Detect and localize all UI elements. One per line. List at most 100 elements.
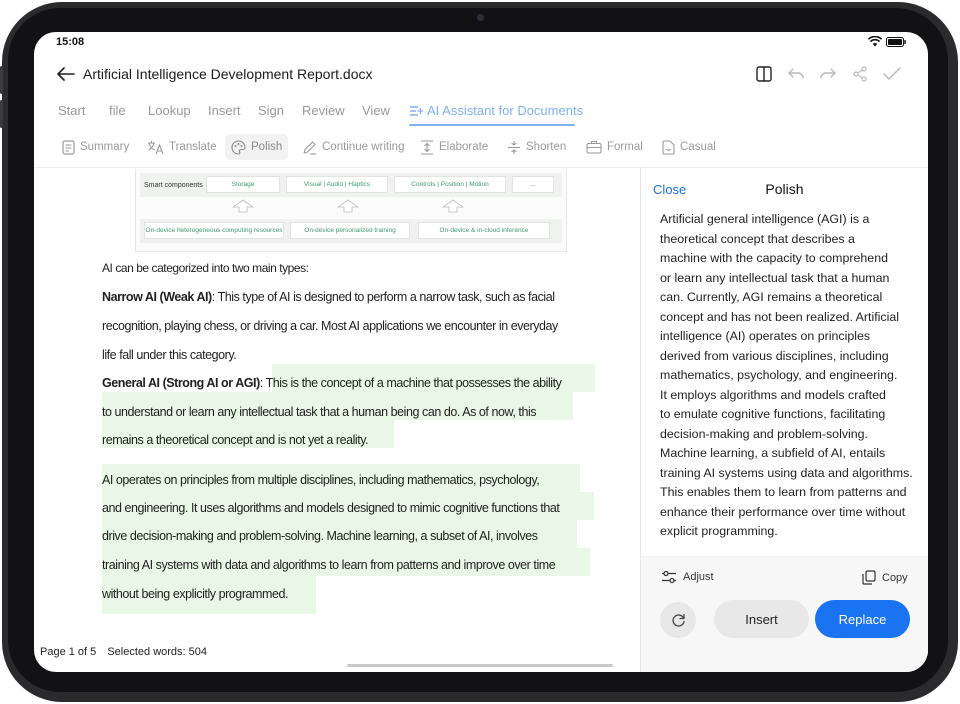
polished-line: Machine learning, a subfield of AI, enta… xyxy=(660,446,886,460)
regenerate-button[interactable] xyxy=(660,602,696,638)
status-time: 15:08 xyxy=(56,36,85,48)
doc-line-text: : This type of AI is designed to perform… xyxy=(211,290,555,304)
redo-button[interactable] xyxy=(818,64,838,84)
tab-file[interactable]: file xyxy=(109,103,126,118)
formal-button[interactable]: Formal xyxy=(580,134,649,160)
elaborate-button[interactable]: Elaborate xyxy=(414,134,494,160)
polished-line: mathematics, psychology, and engineering… xyxy=(660,368,898,382)
undo-icon xyxy=(788,68,804,79)
polished-line: machine with the capacity to comprehend xyxy=(660,251,888,265)
diagram-box: ... xyxy=(512,176,554,193)
continue-writing-button[interactable]: Continue writing xyxy=(296,134,410,160)
tab-sign[interactable]: Sign xyxy=(258,103,284,118)
undo-button[interactable] xyxy=(786,64,806,84)
up-arrow-icon xyxy=(232,199,254,213)
polished-text: Artificial general intelligence (AGI) is… xyxy=(660,210,920,542)
volume-button xyxy=(0,66,3,94)
shorten-icon xyxy=(508,140,520,154)
refresh-icon xyxy=(671,613,685,627)
adjust-button[interactable]: Adjust xyxy=(661,570,714,584)
elaborate-icon xyxy=(421,139,433,155)
tab-view[interactable]: View xyxy=(362,103,390,118)
polish-button[interactable]: Polish xyxy=(225,134,289,160)
polished-line: intelligence (AI) operates on principles xyxy=(660,329,871,343)
polished-line: can. Currently, AGI remains a theoretica… xyxy=(660,290,883,304)
shorten-button[interactable]: Shorten xyxy=(501,134,572,160)
replace-button[interactable]: Replace xyxy=(815,600,910,638)
diagram-box: Storage xyxy=(206,176,280,193)
redo-icon xyxy=(820,68,836,79)
translate-icon xyxy=(148,140,164,154)
doc-line: Narrow AI (Weak AI): This type of AI is … xyxy=(102,290,555,304)
ai-document-icon xyxy=(410,105,423,116)
share-button[interactable] xyxy=(850,64,870,84)
doc-line: recognition, playing chess, or driving a… xyxy=(102,319,558,333)
back-button[interactable] xyxy=(56,64,76,84)
active-tab-indicator xyxy=(409,124,575,126)
doc-line: training AI systems with data and algori… xyxy=(102,558,556,572)
diagram-box: On-device & in-cloud inference xyxy=(418,222,550,239)
tab-start[interactable]: Start xyxy=(58,103,85,118)
polished-line: concept and has not been realized. Artif… xyxy=(660,309,900,324)
continue-writing-label: Continue writing xyxy=(322,141,405,153)
polished-line: derived from various disciplines, includ… xyxy=(660,348,889,363)
narrow-ai-heading: Narrow AI (Weak AI) xyxy=(102,290,212,304)
polished-line: theoretical concept that describes a xyxy=(660,231,855,246)
tab-insert[interactable]: Insert xyxy=(208,103,241,118)
copy-label: Copy xyxy=(882,571,908,584)
ai-toolbar: Summary Translate Polish Continue writin… xyxy=(34,134,928,162)
page-indicator: Page 1 of 5 xyxy=(40,646,97,658)
insert-button[interactable]: Insert xyxy=(714,600,809,638)
tab-ai-assistant[interactable]: AI Assistant for Documents xyxy=(409,103,583,118)
battery-icon xyxy=(886,36,906,47)
translate-label: Translate xyxy=(169,141,217,153)
elaborate-label: Elaborate xyxy=(439,141,489,153)
diagram-box: Controls | Position | Motion xyxy=(394,176,506,193)
polished-line: Artificial general intelligence (AGI) is… xyxy=(660,212,870,226)
home-indicator[interactable] xyxy=(347,664,613,667)
summary-button[interactable]: Summary xyxy=(56,134,135,160)
polished-line: decision-making and problem-solving. xyxy=(660,426,868,441)
polish-label: Polish xyxy=(251,141,283,153)
volume-button xyxy=(0,100,3,128)
copy-icon xyxy=(862,570,876,585)
tab-lookup[interactable]: Lookup xyxy=(148,103,191,118)
doc-line: without being explicitly programmed. xyxy=(102,587,288,601)
share-icon xyxy=(853,66,867,82)
document-title: Artificial Intelligence Development Repo… xyxy=(83,66,373,82)
copy-button[interactable]: Copy xyxy=(862,570,908,585)
summary-label: Summary xyxy=(80,141,130,153)
polished-line: training AI systems using data and algor… xyxy=(660,465,913,480)
sliders-icon xyxy=(662,570,676,584)
doc-line: to understand or learn any intellectual … xyxy=(102,405,537,419)
casual-button[interactable]: Casual xyxy=(656,134,722,160)
status-icons xyxy=(868,36,906,47)
casual-icon xyxy=(662,139,675,155)
back-arrow-icon xyxy=(57,67,75,81)
diagram-box: On-device personalized training xyxy=(290,222,410,239)
diagram-box: Visual | Audio | Haptics xyxy=(286,176,388,193)
screen: 15:08 Artificial Intelligence Developmen… xyxy=(34,32,928,672)
selected-words: Selected words: 504 xyxy=(107,646,208,658)
wifi-icon xyxy=(868,36,882,47)
adjust-label: Adjust xyxy=(683,571,714,583)
formal-label: Formal xyxy=(607,141,643,153)
diagram-box: On-device heterogeneous computing resour… xyxy=(144,222,284,239)
up-arrow-icon xyxy=(337,199,359,213)
translate-button[interactable]: Translate xyxy=(141,134,223,160)
casual-label: Casual xyxy=(680,141,716,153)
status-footer: Page 1 of 5 Selected words: 504 xyxy=(40,646,207,658)
doc-line: AI operates on principles from multiple … xyxy=(102,473,540,487)
shorten-label: Shorten xyxy=(526,141,567,153)
doc-line: and engineering. It uses algorithms and … xyxy=(102,501,560,515)
close-button[interactable]: Close xyxy=(653,182,686,197)
doc-intro: AI can be categorized into two main type… xyxy=(102,261,309,275)
confirm-button[interactable] xyxy=(882,64,902,84)
split-view-button[interactable] xyxy=(754,64,774,84)
doc-line: General AI (Strong AI or AGI): This is t… xyxy=(102,376,562,390)
tab-review[interactable]: Review xyxy=(302,103,345,118)
palette-icon xyxy=(231,139,246,155)
diagram-row-label: Smart components xyxy=(144,182,203,189)
split-view-icon xyxy=(756,66,772,82)
summary-icon xyxy=(62,139,75,155)
